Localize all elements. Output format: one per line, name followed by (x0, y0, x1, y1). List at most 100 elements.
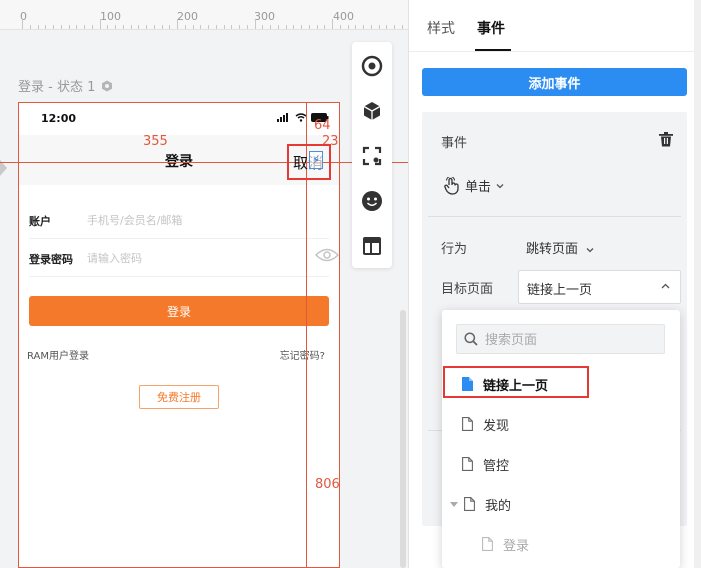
smiley-icon[interactable] (360, 189, 384, 213)
ruler-tick (324, 25, 326, 29)
eye-icon[interactable] (315, 247, 339, 263)
ruler-tick (355, 25, 357, 29)
password-label: 登录密码 (29, 253, 73, 266)
ruler-tick (107, 25, 109, 29)
dropdown-item-mine[interactable]: 我的 (442, 488, 680, 520)
card-divider (428, 216, 681, 217)
signal-icon (277, 113, 288, 122)
cube-icon[interactable] (360, 99, 384, 123)
ruler-tick (239, 25, 240, 29)
dropdown-item-label: 登录 (503, 538, 530, 554)
hexagon-settings-icon[interactable] (101, 80, 113, 92)
trigger-select[interactable]: 单击 (444, 176, 504, 195)
account-label: 账户 (29, 215, 51, 228)
scan-icon[interactable] (360, 144, 384, 168)
ruler-tick (347, 25, 349, 29)
ruler-tick (386, 25, 388, 29)
dropdown-item-manage[interactable]: 管控 (442, 448, 680, 480)
ruler-tick (308, 25, 310, 29)
panel-scrollbar[interactable] (694, 0, 701, 568)
page-state-label: 登录 - 状态 1 (18, 80, 96, 95)
status-bar: 12:00 (19, 103, 339, 135)
page-search-input[interactable] (485, 330, 655, 350)
ruler-tick (277, 25, 279, 29)
document-icon (464, 497, 475, 511)
ruler-tick (177, 19, 178, 29)
search-icon (464, 332, 478, 346)
ruler-tick (53, 25, 54, 29)
login-button[interactable]: 登录 (29, 296, 329, 326)
horizontal-ruler: 0 100 200 300 400 (0, 0, 408, 30)
trigger-value: 单击 (465, 180, 492, 195)
measure-right-a: 64 (314, 118, 331, 133)
chevron-down-icon (496, 183, 504, 188)
ruler-tick (394, 25, 395, 29)
measure-bottom: 806 (315, 477, 340, 492)
selected-item-highlight-box (443, 366, 589, 398)
ruler-label: 400 (333, 10, 354, 23)
document-icon (462, 457, 473, 471)
target-icon[interactable] (360, 54, 384, 78)
ruler-tick (122, 25, 124, 29)
target-page-select[interactable]: 链接上一页 (518, 270, 681, 304)
ruler-tick (91, 25, 93, 29)
chevron-up-icon (661, 283, 670, 289)
ruler-tick (293, 25, 295, 29)
cancel-highlight-box (287, 144, 331, 180)
ruler-tick (363, 25, 364, 29)
dropdown-item-login[interactable]: 登录 (442, 528, 680, 560)
ruler-tick (84, 25, 85, 29)
register-button[interactable]: 免费注册 (139, 385, 219, 409)
event-label: 事件 (441, 136, 468, 151)
ruler-tick (270, 25, 271, 29)
dropdown-item-label: 发现 (483, 418, 510, 434)
trash-icon[interactable] (659, 132, 673, 147)
ruler-tick (200, 25, 202, 29)
add-event-button[interactable]: 添加事件 (422, 68, 687, 96)
ruler-tick (401, 25, 403, 29)
ruler-tick (153, 25, 155, 29)
account-field-row: 账户 (29, 201, 329, 239)
ruler-tick (316, 25, 318, 29)
ruler-tick (169, 25, 171, 29)
ruler-tick (22, 19, 23, 29)
ruler-tick (60, 25, 62, 29)
behavior-select[interactable]: 跳转页面 (526, 238, 594, 257)
ruler-tick (378, 25, 380, 29)
ruler-tick (332, 19, 333, 29)
ruler-label: 300 (254, 10, 275, 23)
tab-style[interactable]: 样式 (427, 18, 455, 38)
ruler-tick (223, 25, 225, 29)
ruler-tick (254, 19, 256, 29)
account-input[interactable] (87, 209, 287, 231)
page-state-caption: 登录 - 状态 1 (18, 76, 113, 95)
password-input[interactable] (87, 247, 287, 269)
ruler-tick (301, 25, 302, 29)
ruler-tick (161, 25, 163, 29)
dropdown-item-discover[interactable]: 发现 (442, 408, 680, 440)
ruler-tick (146, 25, 147, 29)
behavior-label: 行为 (441, 242, 468, 257)
chevron-down-icon (586, 248, 594, 253)
floating-toolbar (352, 42, 392, 268)
ruler-tick (184, 25, 186, 29)
ruler-label: 200 (177, 10, 198, 23)
ruler-tick (76, 25, 78, 29)
forgot-password-link[interactable]: 忘记密码? (280, 347, 325, 362)
panel-tabs: 样式 事件 (409, 0, 701, 52)
target-page-label: 目标页面 (441, 282, 494, 297)
ruler-tick (115, 25, 116, 29)
ram-login-link[interactable]: RAM用户登录 (27, 347, 89, 362)
ruler-tick (192, 25, 194, 29)
layout-icon[interactable] (360, 234, 384, 258)
password-field-row: 登录密码 (29, 239, 339, 277)
ruler-tick (68, 25, 70, 29)
canvas-scrollbar[interactable] (400, 310, 406, 568)
behavior-value: 跳转页面 (526, 242, 579, 257)
ruler-tick (246, 25, 248, 29)
status-time: 12:00 (41, 112, 77, 125)
measure-top: 355 (143, 134, 168, 149)
document-icon (482, 537, 493, 551)
tab-event[interactable]: 事件 (477, 18, 505, 38)
expand-caret-icon[interactable] (450, 501, 458, 507)
